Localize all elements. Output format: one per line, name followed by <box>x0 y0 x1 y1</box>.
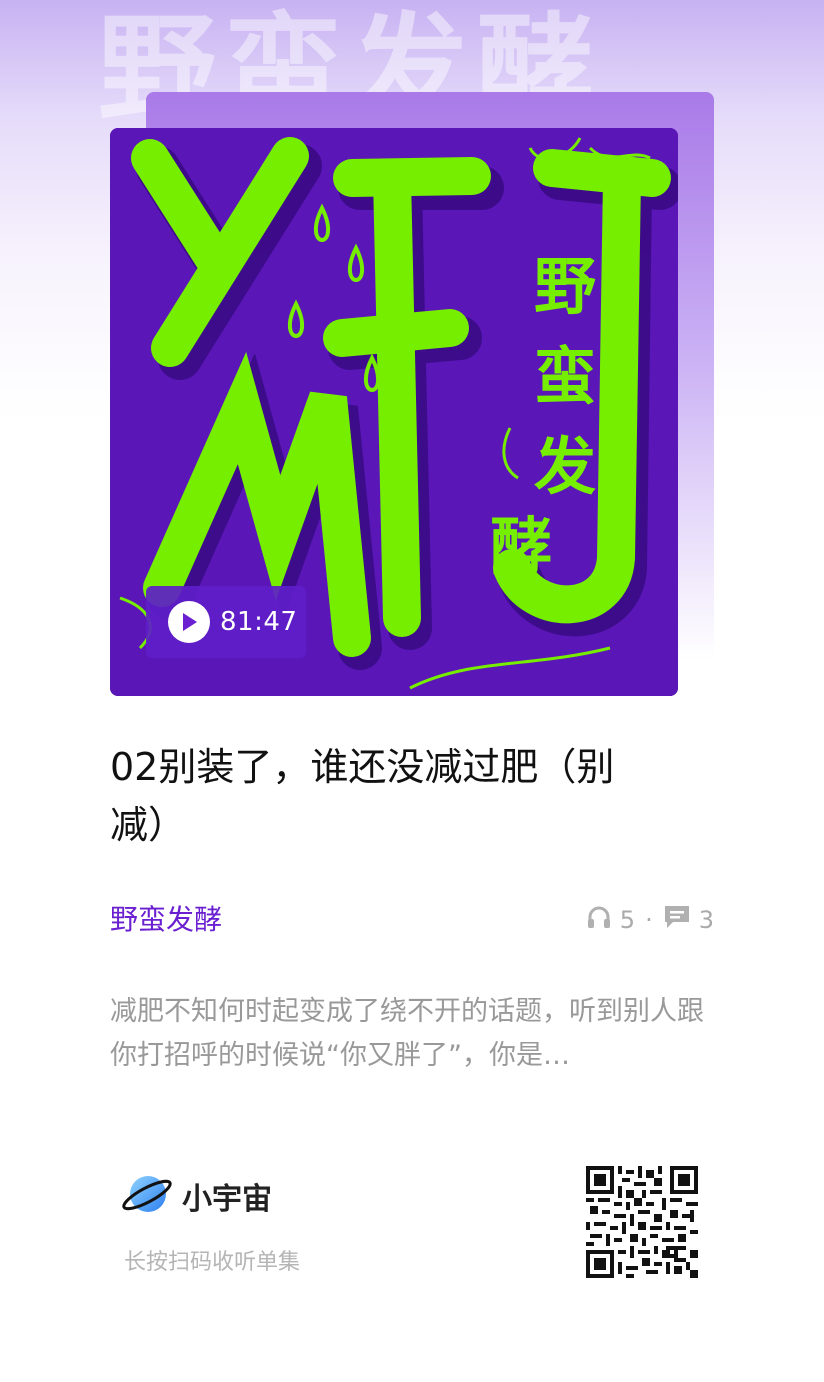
cover-vertical-char: 蛮 <box>534 340 596 413</box>
brand-logo: 小宇宙 <box>120 1172 272 1220</box>
play-count: 5 <box>619 906 636 934</box>
duration-label: 81:47 <box>220 607 298 637</box>
stats-separator: · <box>645 906 653 934</box>
comment-count: 3 <box>698 906 714 934</box>
episode-description: 减肥不知何时起变成了绕不开的话题，听到别人跟你打招呼的时候说“你又胖了”，你是… <box>110 996 704 1071</box>
play-icon[interactable] <box>168 601 210 643</box>
cover-vertical-char: 酵 <box>490 510 552 583</box>
play-duration-button[interactable]: 81:47 <box>146 586 306 658</box>
qr-code[interactable] <box>586 1166 698 1278</box>
episode-title: 02别装了，谁还没减过肥（别减） <box>110 745 615 847</box>
scan-tip: 长按扫码收听单集 <box>124 1250 301 1275</box>
share-card: 野蛮发酵 野 蛮 发 酵 81:47 02别装了，谁还没减过肥（别减） 野蛮发酵… <box>0 0 824 1382</box>
cover-vertical-char: 发 <box>534 430 596 503</box>
podcast-name-link[interactable]: 野蛮发酵 <box>110 898 222 938</box>
cover-vertical-char: 野 <box>534 250 596 323</box>
episode-stats: 5 · 3 <box>586 904 714 936</box>
brand-name: 小宇宙 <box>182 1182 272 1217</box>
headphones-icon <box>586 904 612 936</box>
planet-logo-icon <box>120 1172 174 1220</box>
comment-icon <box>663 904 691 936</box>
